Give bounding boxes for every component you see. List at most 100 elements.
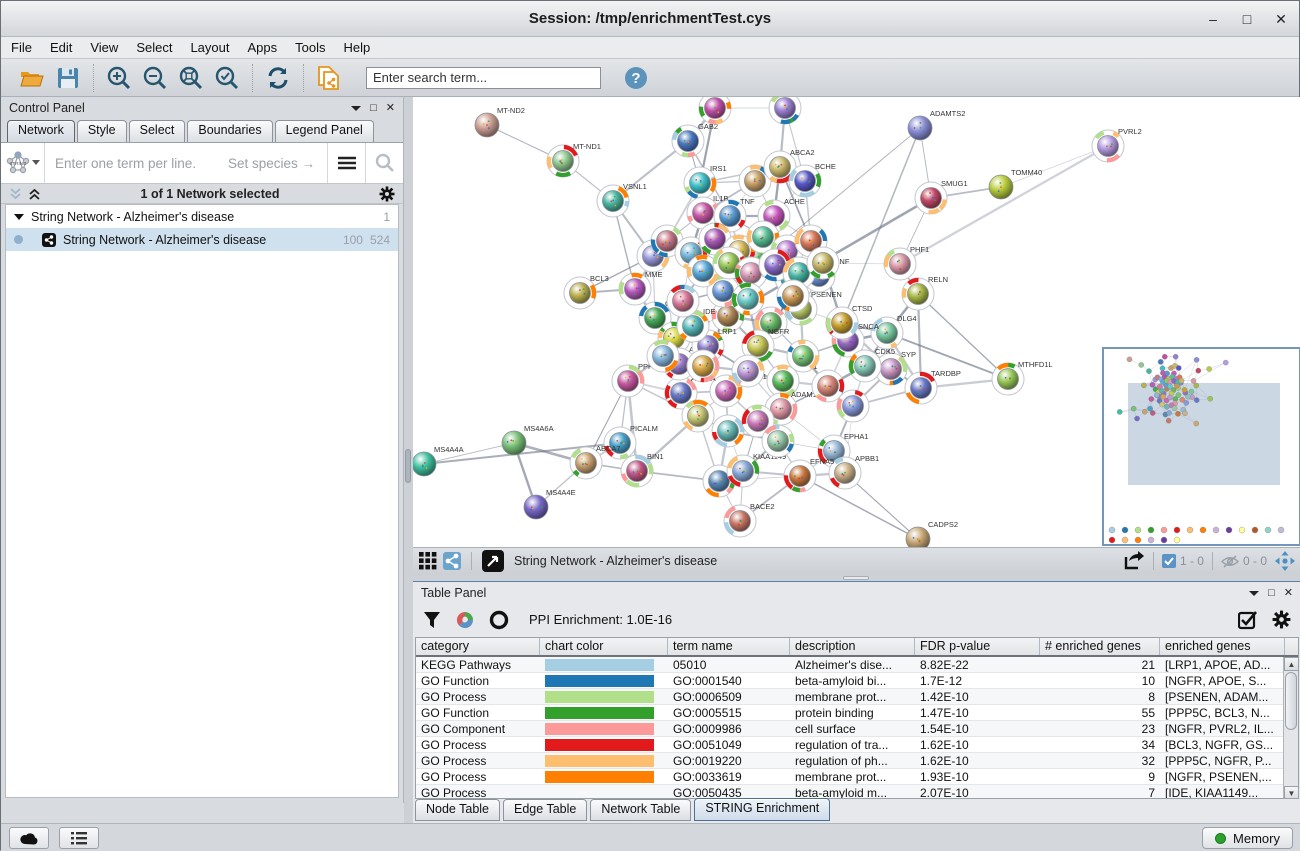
- table-row[interactable]: GO ProcessGO:0006509membrane prot...1.42…: [416, 689, 1298, 705]
- scroll-up-icon[interactable]: ▲: [1284, 657, 1299, 671]
- filter-icon[interactable]: [423, 611, 441, 629]
- tab-style[interactable]: Style: [77, 120, 127, 142]
- column-header-term-name[interactable]: term name: [668, 638, 790, 655]
- network-row[interactable]: String Network - Alzheimer's disease 100…: [6, 228, 398, 251]
- string-term-input[interactable]: Enter one term per line.: [45, 156, 228, 171]
- network-from-clipboard-icon[interactable]: [316, 65, 342, 91]
- search-input[interactable]: [366, 67, 601, 89]
- navigator-icon[interactable]: [1275, 551, 1295, 571]
- table-row[interactable]: GO ProcessGO:0050435beta-amyloid m...2.0…: [416, 785, 1298, 799]
- network-node-abca7[interactable]: ABCA7: [570, 444, 621, 479]
- network-node[interactable]: [687, 350, 719, 382]
- network-node[interactable]: [712, 415, 744, 447]
- network-node[interactable]: [769, 97, 801, 124]
- zoom-fit-icon[interactable]: [178, 65, 204, 91]
- network-node[interactable]: [699, 97, 731, 124]
- tab-network[interactable]: Network: [7, 120, 75, 142]
- network-node-tardbp[interactable]: TARDBP: [905, 369, 961, 404]
- network-node-bche[interactable]: BCHE: [789, 162, 836, 197]
- network-node[interactable]: [732, 355, 764, 387]
- float-panel-icon[interactable]: □: [370, 102, 377, 114]
- menu-apps[interactable]: Apps: [248, 40, 278, 55]
- hsplitter-handle[interactable]: [843, 576, 869, 580]
- birdseye-view[interactable]: [1102, 347, 1300, 546]
- network-node[interactable]: [837, 390, 869, 422]
- chart-settings-icon[interactable]: [455, 610, 475, 630]
- tab-string-enrichment[interactable]: STRING Enrichment: [694, 798, 830, 821]
- network-options-gear-icon[interactable]: [379, 186, 395, 202]
- float-panel-icon[interactable]: □: [1268, 587, 1275, 599]
- save-session-icon[interactable]: [55, 65, 81, 91]
- tab-node-table[interactable]: Node Table: [415, 799, 500, 821]
- table-row[interactable]: GO FunctionGO:0005515protein binding1.47…: [416, 705, 1298, 721]
- tab-network-table[interactable]: Network Table: [590, 799, 691, 821]
- tab-select[interactable]: Select: [129, 120, 186, 142]
- network-node-adamts2[interactable]: ADAMTS2: [908, 109, 965, 140]
- column-header-fdr-p-value[interactable]: FDR p-value: [915, 638, 1040, 655]
- network-node[interactable]: [807, 247, 839, 279]
- ring-chart-icon[interactable]: [489, 610, 509, 630]
- string-search-icon[interactable]: [365, 143, 403, 183]
- network-node-mt-nd1[interactable]: MT-ND1: [547, 142, 601, 177]
- network-node[interactable]: [682, 400, 714, 432]
- column-header-enriched-genes[interactable]: enriched genes: [1160, 638, 1285, 655]
- menu-edit[interactable]: Edit: [50, 40, 72, 55]
- maximize-button[interactable]: □: [1239, 11, 1255, 27]
- network-canvas[interactable]: MT-ND2 MT-ND1 VSNL1 GAB2 ADAMTS2 PVRL2 TOMM40 S…: [413, 97, 1300, 547]
- close-panel-icon[interactable]: ✕: [386, 101, 395, 114]
- table-row[interactable]: GO ComponentGO:0009986cell surface1.54E-…: [416, 721, 1298, 737]
- network-node-phf1[interactable]: PHF1: [884, 245, 929, 280]
- network-node[interactable]: [762, 425, 794, 457]
- column-header-chart-color[interactable]: chart color: [540, 638, 668, 655]
- network-node-mme[interactable]: MME: [619, 270, 663, 305]
- network-node[interactable]: [667, 285, 699, 317]
- close-button[interactable]: ✕: [1273, 11, 1289, 28]
- network-node-reln[interactable]: RELN: [902, 275, 948, 310]
- network-node-tomm40[interactable]: TOMM40: [989, 168, 1042, 199]
- splitter-handle[interactable]: [405, 449, 411, 483]
- zoom-in-icon[interactable]: [106, 65, 132, 91]
- network-node[interactable]: [647, 340, 679, 372]
- network-node[interactable]: [732, 283, 764, 315]
- table-row[interactable]: GO FunctionGO:0001540beta-amyloid bi...1…: [416, 673, 1298, 689]
- network-node-apbb1[interactable]: APBB1: [829, 454, 879, 489]
- menu-help[interactable]: Help: [344, 40, 371, 55]
- table-gear-icon[interactable]: [1272, 610, 1291, 629]
- network-node-smug1[interactable]: SMUG1: [915, 179, 968, 214]
- menu-layout[interactable]: Layout: [190, 40, 229, 55]
- automation-status-button[interactable]: [9, 827, 49, 849]
- network-node-vsnl1[interactable]: VSNL1: [597, 182, 647, 217]
- memory-button[interactable]: Memory: [1202, 827, 1293, 849]
- panel-menu-icon[interactable]: [351, 104, 361, 112]
- menu-view[interactable]: View: [90, 40, 118, 55]
- string-logo-dropdown[interactable]: STRING: [1, 143, 45, 183]
- collapse-all-icon[interactable]: [9, 188, 22, 200]
- menu-select[interactable]: Select: [136, 40, 172, 55]
- network-node-mt-nd2[interactable]: MT-ND2: [475, 106, 525, 137]
- grid-view-icon[interactable]: [419, 552, 437, 570]
- close-panel-icon[interactable]: ✕: [1284, 586, 1293, 599]
- network-node[interactable]: [787, 340, 819, 372]
- network-node-mthfd1l[interactable]: MTHFD1L: [992, 360, 1053, 395]
- column-header--enriched-genes[interactable]: # enriched genes: [1040, 638, 1160, 655]
- minimize-button[interactable]: –: [1205, 11, 1221, 27]
- string-menu-icon[interactable]: [327, 143, 365, 183]
- network-node-pvrl2[interactable]: PVRL2: [1092, 127, 1142, 162]
- expand-all-icon[interactable]: [28, 188, 41, 200]
- table-row[interactable]: GO ProcessGO:0019220regulation of ph...1…: [416, 753, 1298, 769]
- menu-tools[interactable]: Tools: [295, 40, 325, 55]
- tab-legend-panel[interactable]: Legend Panel: [275, 120, 374, 142]
- scroll-thumb[interactable]: [1285, 672, 1297, 730]
- network-node-gab2[interactable]: GAB2: [672, 122, 718, 157]
- table-row[interactable]: GO ProcessGO:0033619membrane prot...1.93…: [416, 769, 1298, 785]
- network-node-bace2[interactable]: BACE2: [724, 502, 775, 537]
- tab-boundaries[interactable]: Boundaries: [187, 120, 272, 142]
- zoom-selected-icon[interactable]: [214, 65, 240, 91]
- string-share-icon[interactable]: [443, 552, 461, 570]
- network-collection-row[interactable]: String Network - Alzheimer's disease 1: [6, 205, 398, 228]
- menu-file[interactable]: File: [11, 40, 32, 55]
- network-node-dlg4[interactable]: DLG4: [871, 314, 917, 349]
- tab-edge-table[interactable]: Edge Table: [503, 799, 587, 821]
- table-row[interactable]: GO ProcessGO:0051049regulation of tra...…: [416, 737, 1298, 753]
- tree-expand-icon[interactable]: [14, 213, 24, 221]
